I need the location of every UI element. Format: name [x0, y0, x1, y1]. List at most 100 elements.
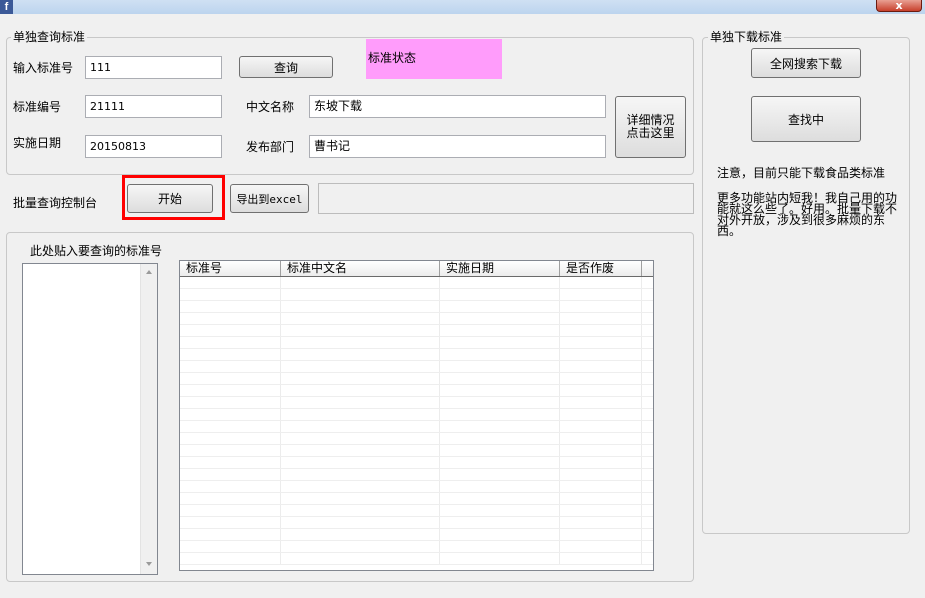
table-cell[interactable] — [440, 313, 560, 324]
table-cell[interactable] — [560, 469, 642, 480]
table-cell[interactable] — [281, 325, 440, 336]
table-cell[interactable] — [180, 481, 281, 492]
table-cell[interactable] — [180, 277, 281, 288]
cn-name-field[interactable]: 东坡下载 — [309, 95, 606, 118]
table-cell[interactable] — [180, 361, 281, 372]
column-header[interactable]: 是否作废 — [560, 261, 642, 276]
standard-number-field[interactable]: 21111 — [85, 95, 222, 118]
table-row[interactable] — [180, 373, 653, 385]
table-cell[interactable] — [180, 337, 281, 348]
table-cell[interactable] — [440, 505, 560, 516]
table-cell[interactable] — [440, 409, 560, 420]
table-cell[interactable] — [180, 469, 281, 480]
searching-button[interactable]: 查找中 — [751, 96, 861, 142]
table-cell[interactable] — [440, 421, 560, 432]
table-cell[interactable] — [281, 373, 440, 384]
table-cell[interactable] — [281, 349, 440, 360]
table-cell[interactable] — [180, 349, 281, 360]
scroll-down-icon[interactable] — [146, 562, 152, 566]
table-row[interactable] — [180, 289, 653, 301]
table-cell[interactable] — [180, 529, 281, 540]
table-cell[interactable] — [180, 457, 281, 468]
table-cell[interactable] — [180, 505, 281, 516]
table-cell[interactable] — [281, 313, 440, 324]
table-row[interactable] — [180, 553, 653, 565]
table-cell[interactable] — [560, 349, 642, 360]
dept-field[interactable]: 曹书记 — [309, 135, 606, 158]
table-row[interactable] — [180, 517, 653, 529]
table-cell[interactable] — [440, 337, 560, 348]
table-cell[interactable] — [440, 433, 560, 444]
table-row[interactable] — [180, 481, 653, 493]
table-row[interactable] — [180, 457, 653, 469]
table-row[interactable] — [180, 529, 653, 541]
table-cell[interactable] — [281, 553, 440, 564]
paste-standards-textbox[interactable] — [22, 263, 158, 575]
table-row[interactable] — [180, 505, 653, 517]
table-cell[interactable] — [281, 409, 440, 420]
table-cell[interactable] — [560, 277, 642, 288]
table-cell[interactable] — [180, 493, 281, 504]
table-cell[interactable] — [440, 493, 560, 504]
table-row[interactable] — [180, 313, 653, 325]
standard-number-input[interactable]: 111 — [85, 56, 222, 79]
table-cell[interactable] — [440, 541, 560, 552]
table-cell[interactable] — [440, 325, 560, 336]
table-cell[interactable] — [560, 553, 642, 564]
table-cell[interactable] — [281, 361, 440, 372]
table-cell[interactable] — [281, 469, 440, 480]
table-cell[interactable] — [440, 361, 560, 372]
table-cell[interactable] — [281, 517, 440, 528]
table-cell[interactable] — [180, 289, 281, 300]
table-cell[interactable] — [560, 529, 642, 540]
table-row[interactable] — [180, 541, 653, 553]
table-cell[interactable] — [440, 301, 560, 312]
table-cell[interactable] — [180, 409, 281, 420]
detail-button[interactable]: 详细情况 点击这里 — [615, 96, 686, 158]
export-excel-button[interactable]: 导出到excel — [230, 184, 309, 213]
table-cell[interactable] — [281, 421, 440, 432]
table-cell[interactable] — [180, 541, 281, 552]
table-cell[interactable] — [440, 289, 560, 300]
table-cell[interactable] — [440, 517, 560, 528]
table-row[interactable] — [180, 349, 653, 361]
table-cell[interactable] — [281, 493, 440, 504]
table-cell[interactable] — [440, 529, 560, 540]
start-button[interactable]: 开始 — [127, 184, 213, 213]
table-cell[interactable] — [560, 373, 642, 384]
table-cell[interactable] — [281, 457, 440, 468]
table-cell[interactable] — [440, 349, 560, 360]
table-row[interactable] — [180, 325, 653, 337]
table-cell[interactable] — [180, 421, 281, 432]
table-cell[interactable] — [281, 529, 440, 540]
table-cell[interactable] — [281, 433, 440, 444]
search-download-button[interactable]: 全网搜索下载 — [751, 48, 861, 78]
table-cell[interactable] — [560, 385, 642, 396]
table-cell[interactable] — [180, 517, 281, 528]
table-cell[interactable] — [281, 289, 440, 300]
scroll-up-icon[interactable] — [146, 270, 152, 274]
table-row[interactable] — [180, 337, 653, 349]
table-cell[interactable] — [560, 445, 642, 456]
table-row[interactable] — [180, 361, 653, 373]
table-cell[interactable] — [560, 397, 642, 408]
table-cell[interactable] — [180, 313, 281, 324]
table-cell[interactable] — [281, 337, 440, 348]
table-cell[interactable] — [440, 385, 560, 396]
table-row[interactable] — [180, 445, 653, 457]
table-cell[interactable] — [281, 385, 440, 396]
table-cell[interactable] — [440, 445, 560, 456]
table-cell[interactable] — [560, 361, 642, 372]
results-grid[interactable]: 标准号 标准中文名 实施日期 是否作废 — [179, 260, 654, 571]
table-cell[interactable] — [180, 433, 281, 444]
table-cell[interactable] — [560, 409, 642, 420]
paste-scrollbar[interactable] — [140, 264, 157, 574]
table-cell[interactable] — [440, 397, 560, 408]
table-row[interactable] — [180, 277, 653, 289]
date-field[interactable]: 20150813 — [85, 135, 222, 158]
table-cell[interactable] — [560, 481, 642, 492]
table-cell[interactable] — [180, 397, 281, 408]
table-cell[interactable] — [180, 445, 281, 456]
table-cell[interactable] — [560, 457, 642, 468]
table-cell[interactable] — [440, 277, 560, 288]
